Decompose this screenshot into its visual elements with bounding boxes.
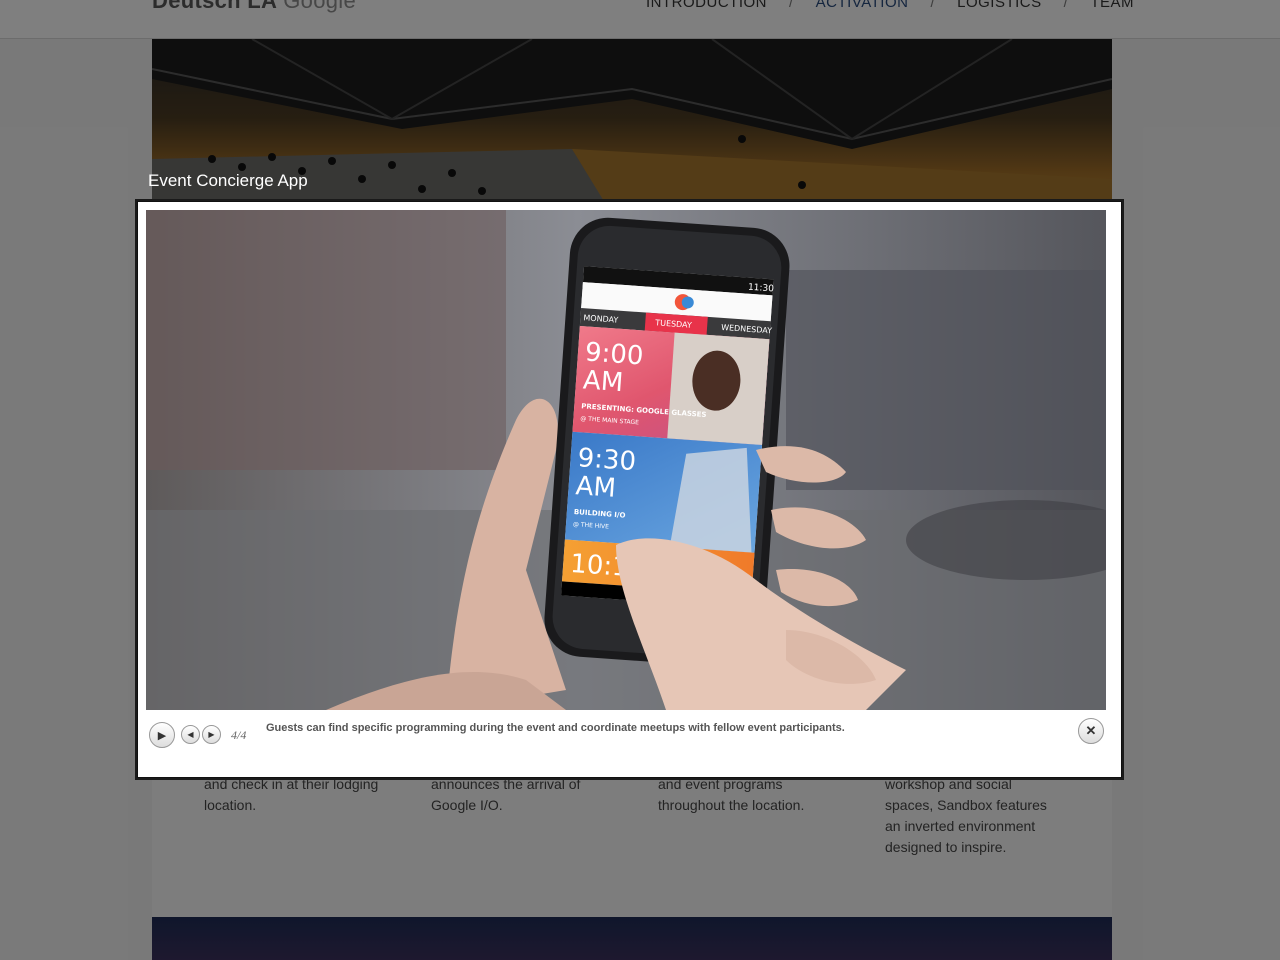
play-icon: ▶ <box>157 729 167 742</box>
prev-icon: ◀ <box>187 730 194 739</box>
phone-event2-ampm: AM <box>575 471 617 504</box>
phone-status-time: 11:30 <box>748 283 775 295</box>
lightbox: 11:30 MONDAY TUESDAY WEDNESDAY 9:00 AM P… <box>137 201 1122 778</box>
previous-button[interactable]: ◀ <box>181 725 200 744</box>
close-button[interactable]: ✕ <box>1078 718 1104 744</box>
lightbox-caption: Guests can find specific programming dur… <box>266 722 845 734</box>
slideshow-play-button[interactable]: ▶ <box>149 722 175 748</box>
next-icon: ▶ <box>208 730 215 739</box>
next-button[interactable]: ▶ <box>202 725 221 744</box>
lightbox-title: Event Concierge App <box>148 171 308 190</box>
lightbox-photo: 11:30 MONDAY TUESDAY WEDNESDAY 9:00 AM P… <box>146 210 1106 710</box>
phone-event1-ampm: AM <box>582 365 624 398</box>
phone-photo-illustration: 11:30 MONDAY TUESDAY WEDNESDAY 9:00 AM P… <box>146 210 1106 710</box>
slide-counter: 4/4 <box>231 728 247 742</box>
close-icon: ✕ <box>1085 723 1097 738</box>
lightbox-controls: ▶ ◀ ▶ 4/4 Guests can find specific progr… <box>138 710 1121 777</box>
